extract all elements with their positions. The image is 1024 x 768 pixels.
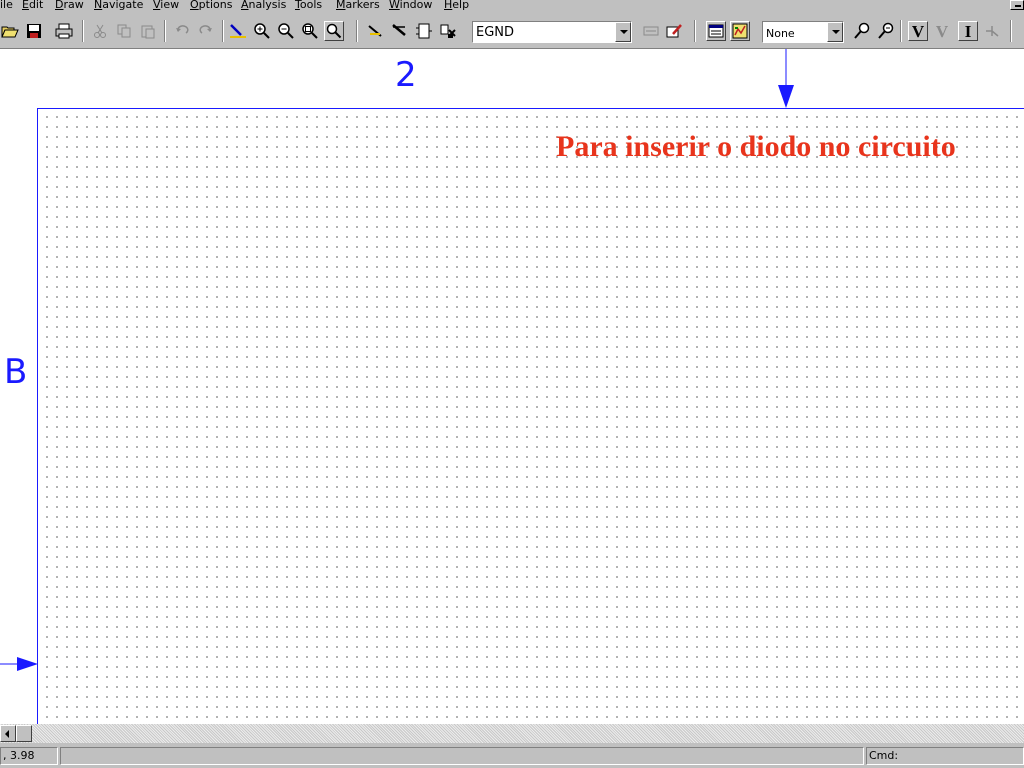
- zoom-area-icon[interactable]: [300, 21, 320, 41]
- menu-markers[interactable]: Markers: [336, 0, 380, 11]
- simulate-icon[interactable]: [730, 21, 750, 41]
- place-part-icon[interactable]: [438, 21, 458, 41]
- print-icon[interactable]: [54, 21, 74, 41]
- menu-draw[interactable]: Draw: [55, 0, 84, 11]
- menu-analysis[interactable]: Analysis: [241, 0, 286, 11]
- get-new-part-icon[interactable]: [390, 21, 410, 41]
- zoom-fit-icon[interactable]: [324, 21, 344, 41]
- copy-icon[interactable]: [114, 21, 134, 41]
- edit-symbol-icon[interactable]: [414, 21, 434, 41]
- paste-icon[interactable]: [138, 21, 158, 41]
- command-field[interactable]: Cmd:: [866, 747, 1024, 765]
- menu-file[interactable]: ile: [0, 0, 13, 11]
- scroll-thumb[interactable]: [16, 725, 32, 742]
- status-bar: , 3.98 Cmd:: [0, 743, 1024, 768]
- zoom-in-icon[interactable]: [252, 21, 272, 41]
- chevron-down-icon[interactable]: [827, 22, 843, 42]
- undo-icon[interactable]: [172, 21, 192, 41]
- menu-bar: ile Edit Draw Navigate View Options Anal…: [0, 0, 1024, 11]
- edit-pencil-icon[interactable]: [664, 21, 684, 41]
- current-display-icon[interactable]: I: [958, 21, 978, 41]
- chevron-down-icon[interactable]: [615, 22, 631, 42]
- cursor-coordinates: , 3.98: [0, 747, 58, 765]
- zone-arrow-left: [17, 657, 38, 671]
- toolbar-separator: [82, 20, 84, 42]
- menu-window[interactable]: Window: [389, 0, 432, 11]
- find-icon[interactable]: [876, 21, 896, 41]
- toolbar-separator: [694, 20, 696, 42]
- menu-navigate[interactable]: Navigate: [94, 0, 143, 11]
- current-marker-icon[interactable]: [982, 21, 1002, 41]
- probe-icon[interactable]: [852, 21, 872, 41]
- zone-label-left: B: [4, 352, 28, 392]
- display-mode-combo[interactable]: None: [762, 21, 844, 43]
- get-part-icon[interactable]: [366, 21, 386, 41]
- menu-tools[interactable]: Tools: [295, 0, 322, 11]
- voltage-display-icon[interactable]: V: [908, 21, 928, 41]
- zone-arrow-top: [778, 85, 794, 108]
- toolbar: EGND None V V I: [0, 11, 1024, 49]
- edit-attributes-icon[interactable]: [642, 21, 662, 41]
- schematic-canvas[interactable]: 2 B Para inserir o diodo no circuito: [0, 49, 1024, 724]
- toolbar-separator: [1010, 20, 1012, 42]
- menu-help[interactable]: Help: [444, 0, 469, 11]
- display-mode-value: None: [766, 27, 795, 40]
- toolbar-separator: [356, 20, 358, 42]
- toolbar-separator: [222, 20, 224, 42]
- status-message: [60, 747, 864, 765]
- open-icon[interactable]: [0, 21, 20, 41]
- zone-label-top: 2: [395, 55, 417, 95]
- annotation-text: Para inserir o diodo no circuito: [556, 130, 956, 163]
- toolbar-separator: [164, 20, 166, 42]
- toolbar-separator: [900, 20, 902, 42]
- menu-options[interactable]: Options: [190, 0, 232, 11]
- menu-view[interactable]: View: [153, 0, 179, 11]
- part-name-combo[interactable]: EGND: [472, 21, 632, 43]
- cut-icon[interactable]: [90, 21, 110, 41]
- window-minimize-button[interactable]: [1010, 0, 1024, 10]
- zoom-out-icon[interactable]: [276, 21, 296, 41]
- scroll-left-button[interactable]: [0, 725, 16, 742]
- draw-wire-icon[interactable]: [228, 21, 248, 41]
- redo-icon[interactable]: [196, 21, 216, 41]
- horizontal-scrollbar[interactable]: [0, 724, 1024, 743]
- bias-point-icon[interactable]: V: [932, 21, 952, 41]
- part-name-value: EGND: [476, 25, 515, 40]
- menu-edit[interactable]: Edit: [22, 0, 43, 11]
- save-icon[interactable]: [24, 21, 44, 41]
- setup-analysis-icon[interactable]: [706, 21, 726, 41]
